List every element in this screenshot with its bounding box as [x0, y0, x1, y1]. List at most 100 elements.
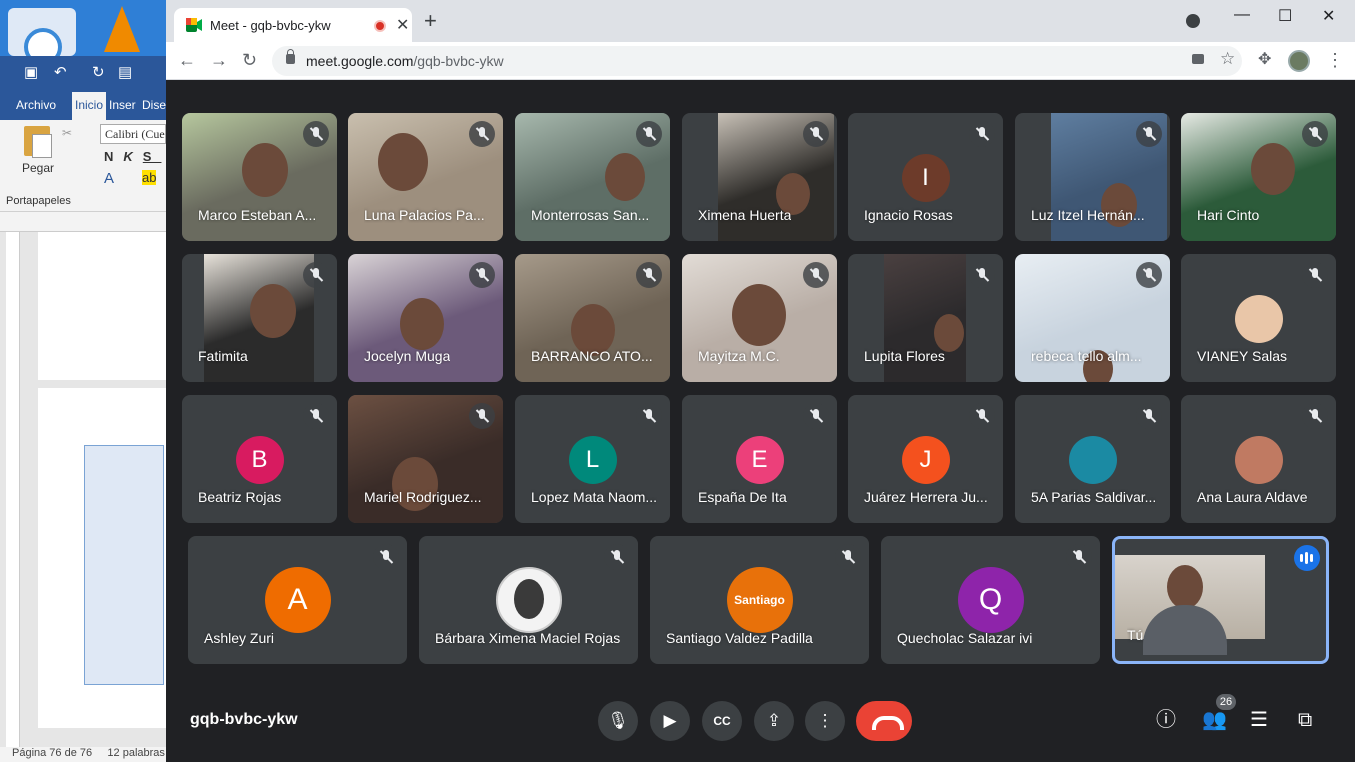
participant-tile[interactable]: Mayitza M.C. — [682, 254, 837, 382]
participant-tile[interactable]: Mariel Rodriguez... — [348, 395, 503, 523]
participant-tile[interactable]: Hari Cinto — [1181, 113, 1336, 241]
address-bar[interactable]: meet.google.com/gqb-bvbc-ykw ☆ — [272, 46, 1242, 76]
participant-initial-avatar: J — [901, 436, 950, 484]
chrome-window: Meet - gqb-bvbc-ykw ✕ + — ☐ ✕ ← → ↻ meet… — [166, 0, 1355, 762]
document-page[interactable] — [38, 232, 166, 380]
participant-face — [250, 284, 296, 338]
extensions-icon[interactable]: ✥ — [1258, 50, 1271, 70]
meet-favicon — [186, 18, 202, 32]
participant-tile[interactable]: Santiago Santiago Valdez Padilla — [650, 536, 869, 664]
muted-mic-icon — [969, 121, 995, 147]
clipboard-icon[interactable]: ▤ — [118, 63, 132, 81]
clipboard-group-label: Portapapeles — [6, 195, 71, 207]
meeting-details-icon[interactable]: ⓘ — [1156, 708, 1176, 732]
back-icon[interactable]: ← — [178, 50, 196, 70]
bookmark-star-icon[interactable]: ☆ — [1220, 49, 1235, 69]
participant-tile[interactable]: I Ignacio Rosas — [848, 113, 1003, 241]
participant-tile[interactable]: Lupita Flores — [848, 254, 1003, 382]
participant-tile[interactable]: 5A Parias Saldivar... — [1015, 395, 1170, 523]
leave-call-button[interactable] — [856, 701, 912, 741]
participant-tile[interactable]: Luz Itzel Hernán... — [1015, 113, 1170, 241]
chat-icon[interactable]: ☰ — [1250, 708, 1268, 732]
participant-face — [378, 133, 428, 191]
undo-icon[interactable]: ↶ — [54, 63, 67, 81]
participant-tile[interactable]: Ximena Huerta — [682, 113, 837, 241]
font-color-icon[interactable]: A — [104, 170, 114, 187]
participant-tile[interactable]: B Beatriz Rojas — [182, 395, 337, 523]
tab-archivo[interactable]: Archivo — [16, 98, 56, 112]
muted-mic-icon — [1066, 544, 1092, 570]
minimize-button[interactable]: — — [1234, 6, 1250, 24]
participant-photo-avatar — [1068, 436, 1117, 484]
reload-icon[interactable]: ↻ — [242, 50, 257, 70]
profile-avatar[interactable] — [1288, 50, 1310, 72]
media-icon[interactable] — [8, 8, 76, 66]
new-tab-button[interactable]: + — [424, 10, 437, 32]
highlight-icon[interactable]: ab — [142, 170, 157, 185]
participant-tile[interactable]: Bárbara Ximena Maciel Rojas — [419, 536, 638, 664]
muted-mic-icon — [1302, 262, 1328, 288]
camera-in-use-icon[interactable] — [1192, 54, 1204, 64]
bold-button[interactable]: N — [104, 149, 123, 164]
muted-mic-icon — [1136, 121, 1162, 147]
participant-tile[interactable]: E España De Ita — [682, 395, 837, 523]
participant-tile[interactable]: Ana Laura Aldave — [1181, 395, 1336, 523]
participant-tile[interactable]: Q Quecholac Salazar ivi — [881, 536, 1100, 664]
participant-tile[interactable]: J Juárez Herrera Ju... — [848, 395, 1003, 523]
captions-button[interactable]: CC — [702, 701, 742, 741]
muted-mic-icon — [636, 403, 662, 429]
paste-button[interactable]: Pegar — [22, 161, 54, 175]
participant-face — [934, 314, 964, 352]
forward-icon[interactable]: → — [210, 50, 228, 70]
muted-mic-icon — [636, 121, 662, 147]
tab-search-icon[interactable] — [1186, 14, 1200, 28]
self-view-tile[interactable]: Tú — [1112, 536, 1329, 664]
self-body — [1143, 605, 1227, 655]
tab-insertar[interactable]: Inser — [109, 98, 136, 112]
save-icon[interactable]: ▣ — [24, 63, 38, 81]
embedded-screenshot[interactable] — [84, 445, 164, 685]
underline-button[interactable]: S — [143, 149, 162, 164]
close-tab-icon[interactable]: ✕ — [396, 15, 409, 35]
participant-tile[interactable]: Jocelyn Muga — [348, 254, 503, 382]
cut-icon[interactable]: ✂ — [62, 126, 72, 140]
italic-button[interactable]: K — [123, 149, 142, 164]
participant-initial-avatar: I — [901, 154, 950, 202]
camera-button[interactable]: ▶ — [650, 701, 690, 741]
tab-diseno[interactable]: Dise — [142, 98, 166, 112]
muted-mic-icon — [1136, 403, 1162, 429]
participant-name: Ximena Huerta — [698, 207, 792, 223]
paste-icon[interactable] — [24, 126, 52, 158]
lock-icon[interactable] — [286, 49, 295, 64]
menu-icon[interactable]: ⋮ — [1326, 50, 1344, 70]
microphone-button[interactable]: 🎙 — [598, 701, 638, 741]
participant-tile[interactable]: VIANEY Salas — [1181, 254, 1336, 382]
page-count: Página 76 de 76 — [12, 747, 93, 759]
close-window-button[interactable]: ✕ — [1322, 6, 1335, 26]
speaking-indicator-icon — [1294, 545, 1320, 571]
participant-tile[interactable]: rebeca tello alm... — [1015, 254, 1170, 382]
participant-tile[interactable]: Marco Esteban A... — [182, 113, 337, 241]
people-icon[interactable]: 👥 — [1202, 708, 1227, 732]
more-options-button[interactable]: ⋮ — [805, 701, 845, 741]
participant-name: VIANEY Salas — [1197, 348, 1288, 364]
participant-face — [242, 143, 288, 197]
tab-title: Meet - gqb-bvbc-ykw — [210, 18, 331, 33]
browser-tab[interactable]: Meet - gqb-bvbc-ykw ✕ — [174, 8, 412, 42]
font-name-box[interactable]: Calibri (Cue — [100, 124, 166, 144]
participant-tile[interactable]: L Lopez Mata Naom... — [515, 395, 670, 523]
participant-tile[interactable]: Monterrosas San... — [515, 113, 670, 241]
participant-tile[interactable]: BARRANCO ATO... — [515, 254, 670, 382]
participant-name: Ignacio Rosas — [864, 207, 953, 223]
activities-icon[interactable]: ⧉ — [1298, 708, 1312, 732]
tab-inicio[interactable]: Inicio — [72, 92, 107, 120]
maximize-button[interactable]: ☐ — [1278, 6, 1292, 26]
participant-initial-avatar: A — [264, 567, 331, 633]
participant-tile[interactable]: A Ashley Zuri — [188, 536, 407, 664]
vlc-icon[interactable] — [104, 6, 140, 52]
participant-tile[interactable]: Luna Palacios Pa... — [348, 113, 503, 241]
participant-tile[interactable]: Fatimita — [182, 254, 337, 382]
present-button[interactable]: ⇪ — [754, 701, 794, 741]
redo-icon[interactable]: ↻ — [92, 63, 105, 81]
muted-mic-icon — [969, 403, 995, 429]
